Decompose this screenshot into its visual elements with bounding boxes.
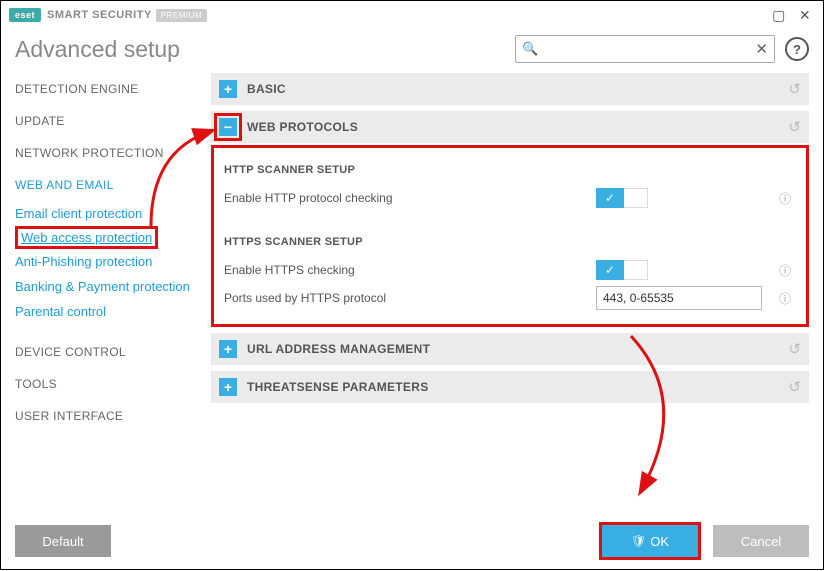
ok-button[interactable]: 🛡 OK	[602, 525, 698, 557]
reset-icon[interactable]: ↺	[788, 378, 801, 396]
sidebar-sub-parental-control[interactable]: Parental control	[15, 299, 201, 324]
info-icon[interactable]: ⓘ	[776, 190, 794, 207]
section-url-mgmt: + URL ADDRESS MANAGEMENT ↺	[211, 333, 809, 365]
section-web-protocols: − WEB PROTOCOLS ↺ HTTP SCANNER SETUP Ena…	[211, 111, 809, 327]
reset-icon[interactable]: ↺	[788, 80, 801, 98]
search-input[interactable]	[544, 42, 755, 56]
section-basic-title: BASIC	[247, 82, 788, 96]
footer: Default 🛡 OK Cancel	[1, 513, 823, 569]
enable-http-toggle[interactable]: ✓	[596, 188, 648, 208]
header: Advanced setup 🔍 ✕ ?	[1, 29, 823, 73]
titlebar: eset SMART SECURITY PREMIUM ▢ ✕	[1, 1, 823, 29]
sidebar-item-tools[interactable]: TOOLS	[15, 368, 201, 400]
section-basic: + BASIC ↺	[211, 73, 809, 105]
section-threatsense-title: THREATSENSE PARAMETERS	[247, 380, 788, 394]
section-threatsense: + THREATSENSE PARAMETERS ↺	[211, 371, 809, 403]
content: + BASIC ↺ − WEB PROTOCOLS ↺ HTTP SCA	[201, 73, 823, 509]
sidebar-sub-anti-phishing[interactable]: Anti-Phishing protection	[15, 249, 201, 274]
http-scanner-setup-title: HTTP SCANNER SETUP	[224, 164, 794, 176]
shield-icon: 🛡	[631, 534, 646, 548]
sidebar-item-user-interface[interactable]: USER INTERFACE	[15, 400, 201, 432]
sidebar-item-device-control[interactable]: DEVICE CONTROL	[15, 336, 201, 368]
default-button[interactable]: Default	[15, 525, 111, 557]
brand-name: SMART SECURITY	[47, 9, 152, 21]
reset-icon[interactable]: ↺	[788, 340, 801, 358]
section-web-protocols-title: WEB PROTOCOLS	[247, 120, 788, 134]
close-icon[interactable]: ✕	[795, 5, 815, 25]
maximize-icon[interactable]: ▢	[769, 5, 789, 25]
sidebar-sub-email-client-protection[interactable]: Email client protection	[15, 201, 201, 226]
search-clear-icon[interactable]: ✕	[755, 40, 768, 58]
sidebar: DETECTION ENGINE UPDATE NETWORK PROTECTI…	[1, 73, 201, 509]
brand-edition: PREMIUM	[156, 9, 207, 22]
sidebar-item-update[interactable]: UPDATE	[15, 105, 201, 137]
enable-https-toggle[interactable]: ✓	[596, 260, 648, 280]
search-box[interactable]: 🔍 ✕	[515, 35, 775, 63]
check-icon: ✓	[596, 188, 624, 208]
info-icon[interactable]: ⓘ	[776, 290, 794, 307]
search-icon: 🔍	[522, 41, 538, 57]
sidebar-sub-web-access-protection[interactable]: Web access protection	[21, 230, 152, 245]
check-icon: ✓	[596, 260, 624, 280]
sidebar-sub-banking-payment[interactable]: Banking & Payment protection	[15, 274, 201, 299]
enable-https-label: Enable HTTPS checking	[224, 263, 596, 277]
https-scanner-setup-title: HTTPS SCANNER SETUP	[224, 236, 794, 248]
https-ports-label: Ports used by HTTPS protocol	[224, 291, 596, 305]
expand-threatsense-icon[interactable]: +	[219, 378, 237, 396]
enable-http-label: Enable HTTP protocol checking	[224, 191, 596, 205]
sidebar-item-web-and-email[interactable]: WEB AND EMAIL	[15, 169, 201, 201]
info-icon[interactable]: ⓘ	[776, 262, 794, 279]
sidebar-item-detection-engine[interactable]: DETECTION ENGINE	[15, 73, 201, 105]
sidebar-item-network-protection[interactable]: NETWORK PROTECTION	[15, 137, 201, 169]
reset-icon[interactable]: ↺	[788, 118, 801, 136]
help-icon[interactable]: ?	[785, 37, 809, 61]
https-ports-input[interactable]	[596, 286, 762, 310]
page-title: Advanced setup	[15, 36, 515, 63]
brand-badge: eset	[9, 8, 41, 22]
cancel-button[interactable]: Cancel	[713, 525, 809, 557]
ok-button-label: OK	[650, 534, 669, 549]
expand-basic-icon[interactable]: +	[219, 80, 237, 98]
section-url-mgmt-title: URL ADDRESS MANAGEMENT	[247, 342, 788, 356]
expand-url-mgmt-icon[interactable]: +	[219, 340, 237, 358]
